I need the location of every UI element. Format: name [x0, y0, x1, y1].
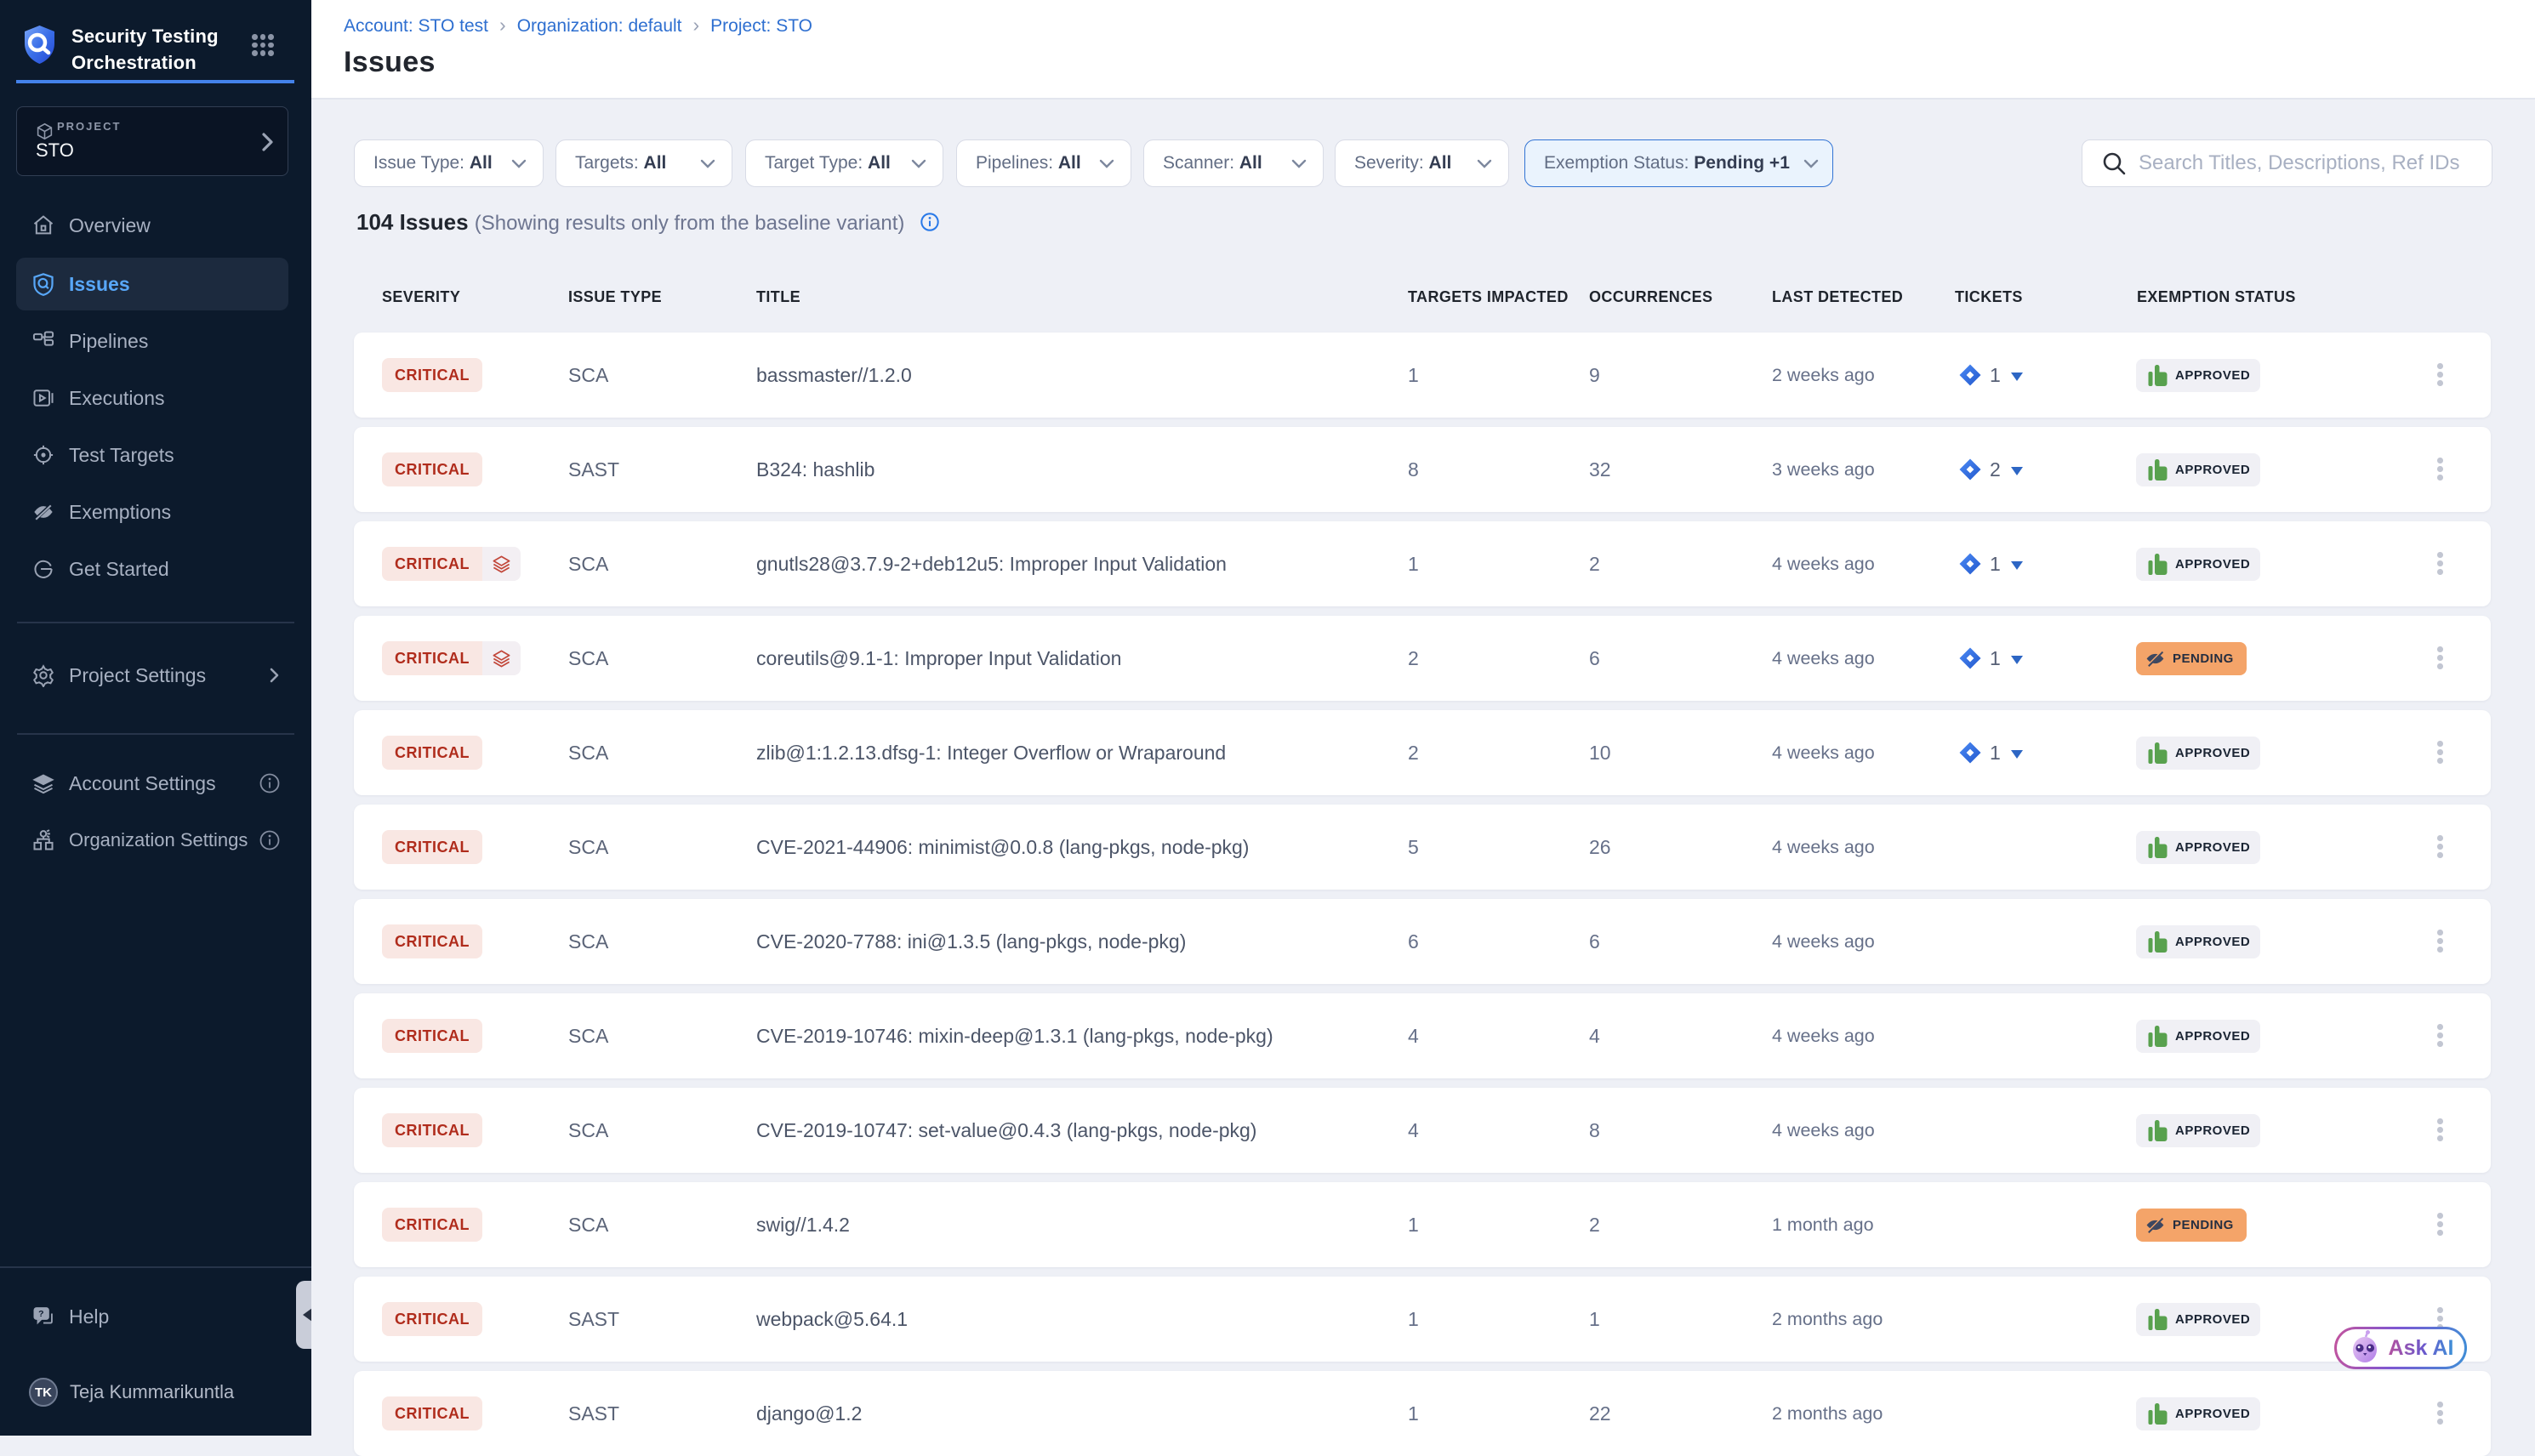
svg-text:?: ? [38, 1309, 43, 1319]
